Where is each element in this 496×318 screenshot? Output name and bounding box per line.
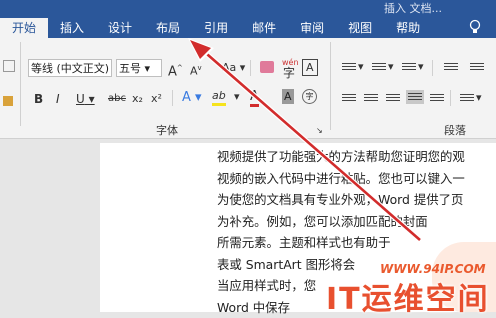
watermark-brand: IT运维空间 <box>326 274 490 318</box>
font-name-select[interactable]: 等线 (中文正文) <box>28 59 112 77</box>
phonetic-guide-char: 字 <box>283 66 295 80</box>
document-line: 视频的嵌入代码中进行粘贴。您也可以键入一 <box>217 168 496 190</box>
change-case-label: Aa <box>222 61 236 74</box>
tab-review[interactable]: 审阅 <box>288 18 336 38</box>
numbering-icon[interactable] <box>372 61 386 73</box>
character-border-label: A <box>306 61 314 74</box>
lightbulb-icon[interactable] <box>468 19 482 35</box>
copy-icon[interactable] <box>3 60 15 72</box>
title-fragment: 插入 文档... <box>384 0 442 16</box>
multilevel-list-icon[interactable] <box>402 61 416 73</box>
tab-help[interactable]: 帮助 <box>384 18 432 38</box>
line-spacing-dropdown-icon[interactable]: ▾ <box>476 89 482 107</box>
format-painter-icon[interactable] <box>3 96 13 106</box>
subscript-button[interactable]: x₂ <box>132 90 143 108</box>
character-border-button[interactable]: A <box>302 59 318 76</box>
font-size-value: 五号 <box>119 62 141 75</box>
tab-references[interactable]: 引用 <box>192 18 240 38</box>
character-shading-button[interactable]: A <box>282 89 294 104</box>
line-spacing-icon[interactable] <box>460 92 474 104</box>
enclose-characters-button[interactable]: 字 <box>302 89 317 104</box>
font-color-button[interactable]: A <box>250 89 259 107</box>
increase-indent-icon[interactable] <box>470 61 484 73</box>
document-line: 为补充。例如，您可以添加匹配的封面 <box>217 211 496 233</box>
ribbon-tabs: 开始 插入 设计 布局 引用 邮件 审阅 视图 帮助 <box>0 18 432 38</box>
justify-icon[interactable] <box>406 90 424 104</box>
numbering-dropdown-icon[interactable]: ▾ <box>388 58 394 76</box>
tab-insert[interactable]: 插入 <box>48 18 96 38</box>
tab-view[interactable]: 视图 <box>336 18 384 38</box>
tab-design[interactable]: 设计 <box>96 18 144 38</box>
bullets-dropdown-icon[interactable]: ▾ <box>358 58 364 76</box>
align-center-icon[interactable] <box>364 92 378 104</box>
font-group-label: 字体 <box>156 122 178 138</box>
tab-home[interactable]: 开始 <box>0 18 48 38</box>
strikethrough-button[interactable]: abc <box>108 90 126 108</box>
shrink-font-label: A <box>190 65 198 78</box>
document-line: 为使您的文档具有专业外观，Word 提供了页 <box>217 189 496 211</box>
divider <box>20 42 21 126</box>
distributed-icon[interactable] <box>430 92 444 104</box>
multilevel-dropdown-icon[interactable]: ▾ <box>418 58 424 76</box>
clear-formatting-icon[interactable] <box>260 61 274 73</box>
italic-button[interactable]: I <box>56 90 60 108</box>
divider <box>450 90 451 106</box>
decrease-indent-icon[interactable] <box>444 61 458 73</box>
bullets-icon[interactable] <box>342 61 356 73</box>
divider <box>330 42 331 130</box>
ribbon-tab-bar: 插入 文档... 开始 插入 设计 布局 引用 邮件 审阅 视图 帮助 <box>0 0 496 38</box>
ribbon-home-panel: 等线 (中文正文) 五号 ▾ A^ Av Aa ▾ wén 字 A B I U … <box>0 38 496 139</box>
text-effects-label: A <box>182 90 191 105</box>
divider <box>172 90 173 106</box>
tab-mailings[interactable]: 邮件 <box>240 18 288 38</box>
align-right-icon[interactable] <box>386 92 400 104</box>
font-dialog-launcher-icon[interactable]: ↘ <box>316 122 323 140</box>
divider <box>250 60 251 76</box>
highlight-dropdown-icon[interactable]: ▾ <box>234 88 240 106</box>
tab-layout[interactable]: 布局 <box>144 18 192 38</box>
highlight-button[interactable]: ab <box>212 89 226 106</box>
superscript-button[interactable]: x² <box>151 90 162 108</box>
underline-button[interactable]: U ▾ <box>76 90 95 108</box>
divider <box>432 60 433 76</box>
underline-label: U <box>76 92 85 106</box>
change-case-button[interactable]: Aa ▾ <box>222 59 245 77</box>
paragraph-group-label: 段落 <box>444 122 466 138</box>
shrink-font-button[interactable]: Av <box>190 59 202 77</box>
grow-font-button[interactable]: A^ <box>168 59 183 77</box>
bold-button[interactable]: B <box>34 90 43 108</box>
document-line: 视频提供了功能强大的方法帮助您证明您的观 <box>217 146 496 168</box>
grow-font-label: A <box>168 64 177 79</box>
text-effects-button[interactable]: A ▾ <box>182 89 202 107</box>
align-left-icon[interactable] <box>342 92 356 104</box>
font-size-select[interactable]: 五号 ▾ <box>116 59 162 77</box>
phonetic-guide-button[interactable]: 字 <box>283 64 295 82</box>
